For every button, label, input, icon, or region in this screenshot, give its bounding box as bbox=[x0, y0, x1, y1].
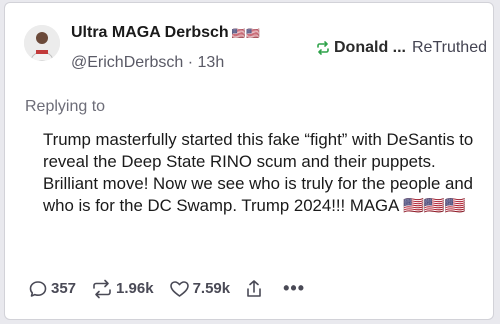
action-bar: 357 1.96k 7.59k ••• bbox=[28, 278, 320, 299]
reply-button[interactable]: 357 bbox=[28, 279, 76, 299]
post-time[interactable]: 13h bbox=[198, 54, 225, 71]
reply-count: 357 bbox=[51, 280, 77, 297]
retruth-icon bbox=[93, 279, 111, 298]
retruth-button[interactable]: 1.96k bbox=[91, 279, 154, 299]
like-button[interactable]: 7.59k bbox=[169, 279, 231, 299]
retruth-label: ReTruthed bbox=[412, 39, 487, 56]
retruth-small-icon bbox=[316, 41, 330, 55]
author-name-text: Ultra MAGA Derbsch bbox=[71, 24, 229, 41]
truth-post-card: Ultra MAGA Derbsch 🇺🇸🇺🇸 @ErichDerbsch · 1… bbox=[4, 2, 494, 320]
avatar[interactable] bbox=[24, 25, 60, 61]
post-meta: @ErichDerbsch · 13h bbox=[71, 54, 224, 72]
author-name[interactable]: Ultra MAGA Derbsch 🇺🇸🇺🇸 bbox=[71, 24, 261, 42]
retruth-count: 1.96k bbox=[116, 280, 154, 297]
post-text: Trump masterfully started this fake “fig… bbox=[43, 130, 474, 215]
like-count: 7.59k bbox=[192, 280, 231, 297]
meta-separator: · bbox=[187, 54, 194, 71]
more-icon[interactable]: ••• bbox=[283, 278, 305, 299]
author-flags: 🇺🇸🇺🇸 bbox=[231, 28, 262, 40]
like-icon bbox=[169, 280, 189, 297]
retruth-indicator[interactable]: Donald ... ReTruthed bbox=[316, 39, 487, 57]
reply-icon bbox=[29, 280, 47, 297]
share-icon bbox=[247, 279, 261, 297]
share-button[interactable] bbox=[245, 279, 266, 299]
author-handle[interactable]: @ErichDerbsch bbox=[71, 54, 183, 71]
avatar-image bbox=[24, 25, 60, 61]
retruth-by[interactable]: Donald ... bbox=[334, 39, 406, 57]
replying-to: Replying to bbox=[25, 98, 106, 115]
